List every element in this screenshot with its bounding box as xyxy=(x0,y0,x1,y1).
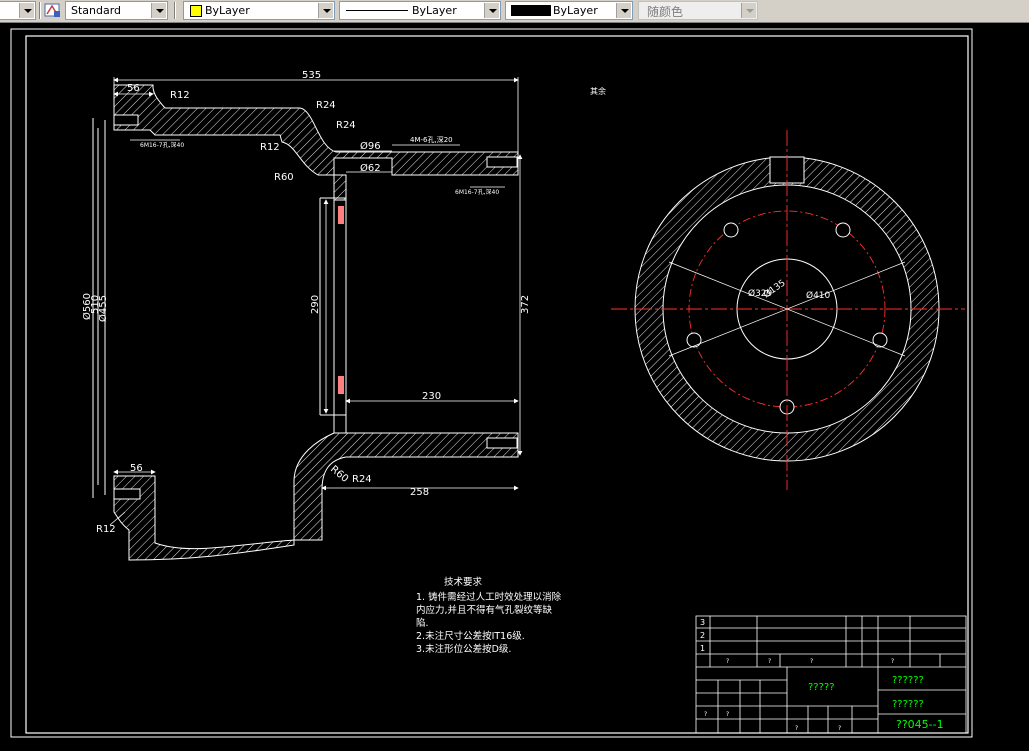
section-outline xyxy=(92,118,347,498)
tb-q: ? xyxy=(726,711,729,718)
dim-d329: Ø329 xyxy=(748,288,773,299)
dim-372: 372 xyxy=(520,295,531,314)
bolt-hole xyxy=(486,156,518,168)
tb-q: ? xyxy=(726,658,729,665)
plot-style-value: 随颜色 xyxy=(647,5,684,19)
dim-r24-a: R24 xyxy=(316,100,336,111)
toolbar-separator xyxy=(174,2,176,19)
dim-r12-top: R12 xyxy=(170,90,190,101)
layer-color-value: ByLayer xyxy=(205,4,250,17)
dim-56-top: 56 xyxy=(127,83,140,94)
text-style-value: Standard xyxy=(71,4,122,17)
tb-material: ?????? xyxy=(892,675,924,686)
tech-req-item1b: 内应力,并且不得有气孔裂纹等缺 xyxy=(416,604,553,616)
dim-r12-mid: R12 xyxy=(260,142,280,153)
hole-note-top: 4M-6孔,深20 xyxy=(410,135,453,144)
color-swatch xyxy=(190,5,202,17)
tb-row-3: 3 xyxy=(700,618,705,627)
technical-requirements: 技术要求 1. 铸件需经过人工时效处理以消除 内应力,并且不得有气孔裂纹等缺 陷… xyxy=(416,576,562,655)
linetype-preview xyxy=(346,10,408,11)
plot-style-select[interactable]: 随颜色 xyxy=(638,1,758,20)
dim-r24-bot: R24 xyxy=(352,474,372,485)
thread-note-1: 6M16-7孔,深40 xyxy=(140,141,184,149)
text-style-glyph xyxy=(44,3,60,17)
tb-row-1: 1 xyxy=(700,644,705,653)
tb-q: ? xyxy=(795,725,798,732)
linetype-select[interactable]: ByLayer xyxy=(339,1,501,20)
tech-req-item1a: 1. 铸件需经过人工时效处理以消除 xyxy=(416,591,562,603)
text-style-select[interactable]: Standard xyxy=(65,1,168,20)
previous-dropdown[interactable] xyxy=(0,1,36,20)
lineweight-select[interactable]: ByLayer xyxy=(505,1,633,20)
properties-toolbar: Standard ByLayer ByLayer ByLayer 随颜色 xyxy=(0,0,1029,23)
chevron-down-icon[interactable] xyxy=(484,3,499,18)
text-style-icon[interactable] xyxy=(44,2,62,19)
chevron-down-icon[interactable] xyxy=(19,3,34,18)
dim-r12-bot: R12 xyxy=(96,524,116,535)
dim-56-bot: 56 xyxy=(130,463,143,474)
dim-d410: Ø410 xyxy=(806,290,831,301)
bolt-hole xyxy=(486,437,518,449)
dim-230: 230 xyxy=(422,391,441,402)
tech-req-title: 技术要求 xyxy=(444,576,483,588)
lineweight-swatch xyxy=(511,5,551,16)
cad-drawing: 535 56 R12 R24 R24 R12 R60 Ø96 Ø62 4M-6孔… xyxy=(10,28,973,738)
title-block xyxy=(695,615,967,734)
lineweight-value: ByLayer xyxy=(553,4,598,17)
tech-req-item3: 3.未注形位公差按D级. xyxy=(416,643,511,655)
end-view: Ø135 Ø329 Ø410 xyxy=(611,130,965,490)
chevron-down-icon[interactable] xyxy=(616,3,631,18)
title-block-text: 3 2 1 ????? ?????? ?????? ??045--1 ? ? ?… xyxy=(700,618,944,732)
tb-part-name: ????? xyxy=(808,682,835,693)
tb-q: ? xyxy=(838,725,841,732)
left-bottom-flange-hatch xyxy=(113,475,295,561)
dim-d455: Ø455 xyxy=(97,295,109,322)
chevron-down-icon[interactable] xyxy=(151,3,166,18)
dim-d62: Ø62 xyxy=(360,162,381,174)
tb-q: ? xyxy=(891,658,894,665)
tb-row-2: 2 xyxy=(700,631,705,640)
tb-drawing-number: ??045--1 xyxy=(896,718,944,731)
tech-req-item2: 2.未注尺寸公差按IT16级. xyxy=(416,630,525,642)
tb-q: ? xyxy=(704,711,707,718)
tech-req-item1c: 陷. xyxy=(416,617,429,629)
dim-535: 535 xyxy=(302,70,321,81)
dim-290: 290 xyxy=(310,295,321,314)
tb-company: ?????? xyxy=(892,699,924,710)
dim-r24-b: R24 xyxy=(336,120,356,131)
bottom-flange-hatch xyxy=(293,432,519,541)
bolt-hole xyxy=(113,114,139,126)
layer-color-select[interactable]: ByLayer xyxy=(183,1,335,20)
dim-r60-top: R60 xyxy=(274,172,294,183)
dim-258: 258 xyxy=(410,487,429,498)
roughness-rest-note: 其余 xyxy=(590,86,606,96)
chevron-down-icon[interactable] xyxy=(741,3,756,18)
thread-note-2: 6M16-7孔,深40 xyxy=(455,188,499,196)
drawing-canvas[interactable]: 535 56 R12 R24 R24 R12 R60 Ø96 Ø62 4M-6孔… xyxy=(0,23,1029,746)
bolt-hole xyxy=(113,488,141,500)
tb-q: ? xyxy=(768,658,771,665)
dim-r60-bot: R60 xyxy=(328,464,350,485)
inner-step-hatch xyxy=(333,174,347,201)
dim-d96: Ø96 xyxy=(360,140,381,152)
toolbar-separator xyxy=(39,2,41,19)
tb-q: ? xyxy=(810,658,813,665)
chevron-down-icon[interactable] xyxy=(318,3,333,18)
section-view xyxy=(113,84,519,561)
linetype-value: ByLayer xyxy=(412,4,457,17)
